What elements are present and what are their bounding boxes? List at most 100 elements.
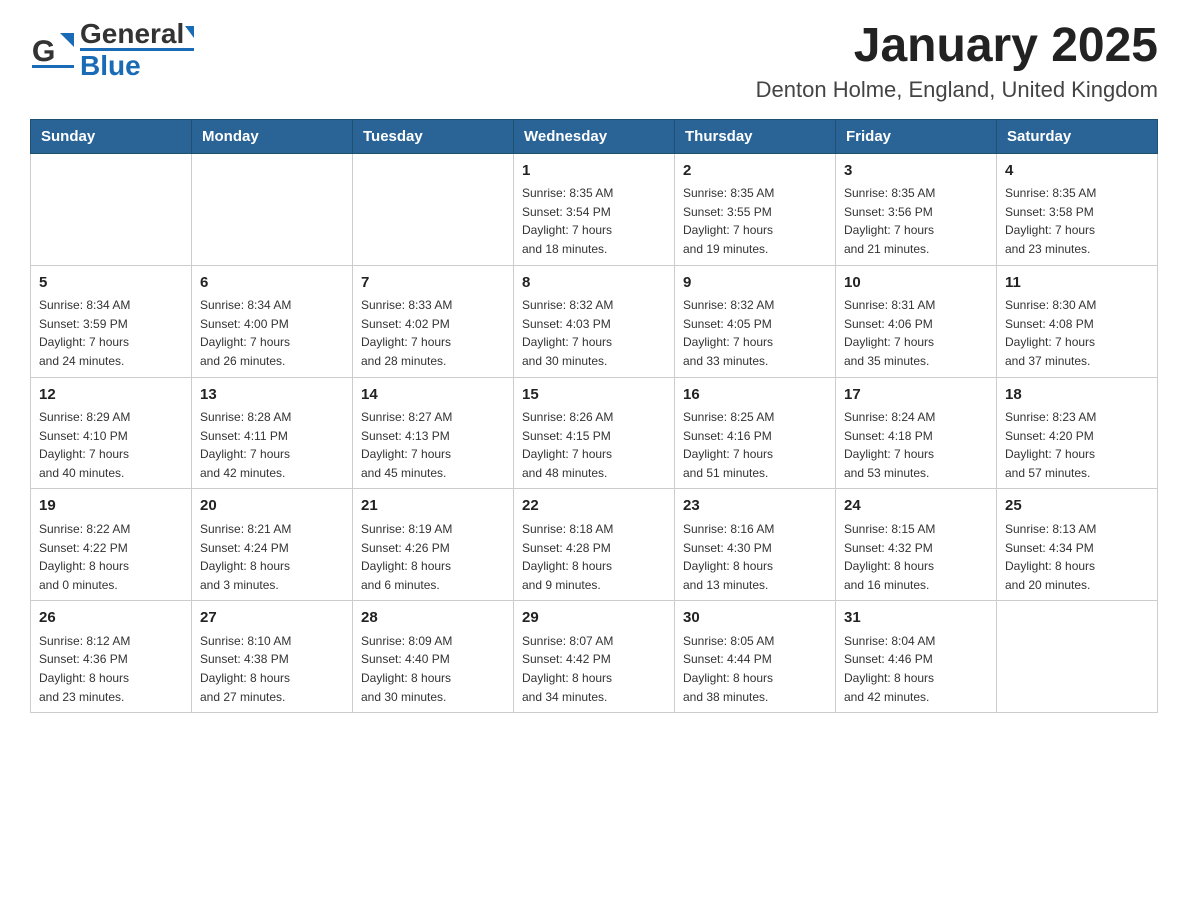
day-number: 4 — [1005, 160, 1149, 183]
table-row: 11Sunrise: 8:30 AMSunset: 4:08 PMDayligh… — [997, 265, 1158, 377]
day-number: 29 — [522, 607, 666, 630]
table-row: 22Sunrise: 8:18 AMSunset: 4:28 PMDayligh… — [514, 489, 675, 601]
day-info: Sunrise: 8:05 AMSunset: 4:44 PMDaylight:… — [683, 632, 827, 706]
day-number: 28 — [361, 607, 505, 630]
day-info: Sunrise: 8:24 AMSunset: 4:18 PMDaylight:… — [844, 408, 988, 482]
table-row: 14Sunrise: 8:27 AMSunset: 4:13 PMDayligh… — [353, 377, 514, 489]
table-row: 25Sunrise: 8:13 AMSunset: 4:34 PMDayligh… — [997, 489, 1158, 601]
day-number: 7 — [361, 272, 505, 295]
day-info: Sunrise: 8:09 AMSunset: 4:40 PMDaylight:… — [361, 632, 505, 706]
table-row: 15Sunrise: 8:26 AMSunset: 4:15 PMDayligh… — [514, 377, 675, 489]
day-info: Sunrise: 8:23 AMSunset: 4:20 PMDaylight:… — [1005, 408, 1149, 482]
calendar-week-row: 5Sunrise: 8:34 AMSunset: 3:59 PMDaylight… — [31, 265, 1158, 377]
day-number: 5 — [39, 272, 183, 295]
day-info: Sunrise: 8:27 AMSunset: 4:13 PMDaylight:… — [361, 408, 505, 482]
table-row: 31Sunrise: 8:04 AMSunset: 4:46 PMDayligh… — [836, 601, 997, 713]
day-number: 15 — [522, 384, 666, 407]
day-info: Sunrise: 8:22 AMSunset: 4:22 PMDaylight:… — [39, 520, 183, 594]
table-row: 18Sunrise: 8:23 AMSunset: 4:20 PMDayligh… — [997, 377, 1158, 489]
table-row: 17Sunrise: 8:24 AMSunset: 4:18 PMDayligh… — [836, 377, 997, 489]
day-number: 20 — [200, 495, 344, 518]
table-row: 26Sunrise: 8:12 AMSunset: 4:36 PMDayligh… — [31, 601, 192, 713]
day-number: 31 — [844, 607, 988, 630]
page-header: G G General Blue January 2025 Denton Hol… — [30, 20, 1158, 103]
day-number: 23 — [683, 495, 827, 518]
day-number: 17 — [844, 384, 988, 407]
calendar-week-row: 26Sunrise: 8:12 AMSunset: 4:36 PMDayligh… — [31, 601, 1158, 713]
table-row — [997, 601, 1158, 713]
day-number: 13 — [200, 384, 344, 407]
day-info: Sunrise: 8:19 AMSunset: 4:26 PMDaylight:… — [361, 520, 505, 594]
logo-general-text: General — [80, 18, 184, 49]
col-monday: Monday — [192, 119, 353, 153]
day-number: 30 — [683, 607, 827, 630]
logo-triangle-icon — [185, 26, 194, 38]
table-row: 30Sunrise: 8:05 AMSunset: 4:44 PMDayligh… — [675, 601, 836, 713]
table-row: 28Sunrise: 8:09 AMSunset: 4:40 PMDayligh… — [353, 601, 514, 713]
day-number: 18 — [1005, 384, 1149, 407]
calendar-header-row: Sunday Monday Tuesday Wednesday Thursday… — [31, 119, 1158, 153]
day-number: 11 — [1005, 272, 1149, 295]
calendar-week-row: 19Sunrise: 8:22 AMSunset: 4:22 PMDayligh… — [31, 489, 1158, 601]
day-info: Sunrise: 8:16 AMSunset: 4:30 PMDaylight:… — [683, 520, 827, 594]
day-info: Sunrise: 8:34 AMSunset: 3:59 PMDaylight:… — [39, 296, 183, 370]
day-info: Sunrise: 8:28 AMSunset: 4:11 PMDaylight:… — [200, 408, 344, 482]
day-number: 3 — [844, 160, 988, 183]
day-info: Sunrise: 8:35 AMSunset: 3:56 PMDaylight:… — [844, 184, 988, 258]
day-info: Sunrise: 8:12 AMSunset: 4:36 PMDaylight:… — [39, 632, 183, 706]
day-number: 19 — [39, 495, 183, 518]
table-row: 19Sunrise: 8:22 AMSunset: 4:22 PMDayligh… — [31, 489, 192, 601]
table-row: 1Sunrise: 8:35 AMSunset: 3:54 PMDaylight… — [514, 153, 675, 265]
day-info: Sunrise: 8:35 AMSunset: 3:55 PMDaylight:… — [683, 184, 827, 258]
col-thursday: Thursday — [675, 119, 836, 153]
day-info: Sunrise: 8:29 AMSunset: 4:10 PMDaylight:… — [39, 408, 183, 482]
calendar-week-row: 1Sunrise: 8:35 AMSunset: 3:54 PMDaylight… — [31, 153, 1158, 265]
day-number: 2 — [683, 160, 827, 183]
day-info: Sunrise: 8:34 AMSunset: 4:00 PMDaylight:… — [200, 296, 344, 370]
calendar-week-row: 12Sunrise: 8:29 AMSunset: 4:10 PMDayligh… — [31, 377, 1158, 489]
day-info: Sunrise: 8:21 AMSunset: 4:24 PMDaylight:… — [200, 520, 344, 594]
day-info: Sunrise: 8:13 AMSunset: 4:34 PMDaylight:… — [1005, 520, 1149, 594]
table-row: 4Sunrise: 8:35 AMSunset: 3:58 PMDaylight… — [997, 153, 1158, 265]
day-number: 16 — [683, 384, 827, 407]
day-number: 27 — [200, 607, 344, 630]
table-row — [192, 153, 353, 265]
day-info: Sunrise: 8:31 AMSunset: 4:06 PMDaylight:… — [844, 296, 988, 370]
day-number: 26 — [39, 607, 183, 630]
day-info: Sunrise: 8:25 AMSunset: 4:16 PMDaylight:… — [683, 408, 827, 482]
logo-blue-text: Blue — [80, 50, 141, 81]
table-row: 10Sunrise: 8:31 AMSunset: 4:06 PMDayligh… — [836, 265, 997, 377]
day-info: Sunrise: 8:35 AMSunset: 3:58 PMDaylight:… — [1005, 184, 1149, 258]
table-row: 27Sunrise: 8:10 AMSunset: 4:38 PMDayligh… — [192, 601, 353, 713]
day-info: Sunrise: 8:32 AMSunset: 4:05 PMDaylight:… — [683, 296, 827, 370]
table-row: 13Sunrise: 8:28 AMSunset: 4:11 PMDayligh… — [192, 377, 353, 489]
day-number: 21 — [361, 495, 505, 518]
day-number: 24 — [844, 495, 988, 518]
table-row: 24Sunrise: 8:15 AMSunset: 4:32 PMDayligh… — [836, 489, 997, 601]
svg-text:G: G — [32, 35, 55, 68]
day-info: Sunrise: 8:15 AMSunset: 4:32 PMDaylight:… — [844, 520, 988, 594]
day-info: Sunrise: 8:10 AMSunset: 4:38 PMDaylight:… — [200, 632, 344, 706]
table-row: 12Sunrise: 8:29 AMSunset: 4:10 PMDayligh… — [31, 377, 192, 489]
day-number: 9 — [683, 272, 827, 295]
title-area: January 2025 Denton Holme, England, Unit… — [756, 20, 1158, 103]
table-row: 21Sunrise: 8:19 AMSunset: 4:26 PMDayligh… — [353, 489, 514, 601]
day-info: Sunrise: 8:07 AMSunset: 4:42 PMDaylight:… — [522, 632, 666, 706]
logo-icon: G G — [30, 25, 80, 75]
day-number: 14 — [361, 384, 505, 407]
col-saturday: Saturday — [997, 119, 1158, 153]
col-tuesday: Tuesday — [353, 119, 514, 153]
day-info: Sunrise: 8:32 AMSunset: 4:03 PMDaylight:… — [522, 296, 666, 370]
table-row: 7Sunrise: 8:33 AMSunset: 4:02 PMDaylight… — [353, 265, 514, 377]
table-row — [353, 153, 514, 265]
table-row: 2Sunrise: 8:35 AMSunset: 3:55 PMDaylight… — [675, 153, 836, 265]
table-row: 9Sunrise: 8:32 AMSunset: 4:05 PMDaylight… — [675, 265, 836, 377]
day-number: 1 — [522, 160, 666, 183]
day-number: 22 — [522, 495, 666, 518]
location-title: Denton Holme, England, United Kingdom — [756, 77, 1158, 103]
day-number: 12 — [39, 384, 183, 407]
day-info: Sunrise: 8:33 AMSunset: 4:02 PMDaylight:… — [361, 296, 505, 370]
table-row: 5Sunrise: 8:34 AMSunset: 3:59 PMDaylight… — [31, 265, 192, 377]
day-number: 10 — [844, 272, 988, 295]
day-number: 25 — [1005, 495, 1149, 518]
